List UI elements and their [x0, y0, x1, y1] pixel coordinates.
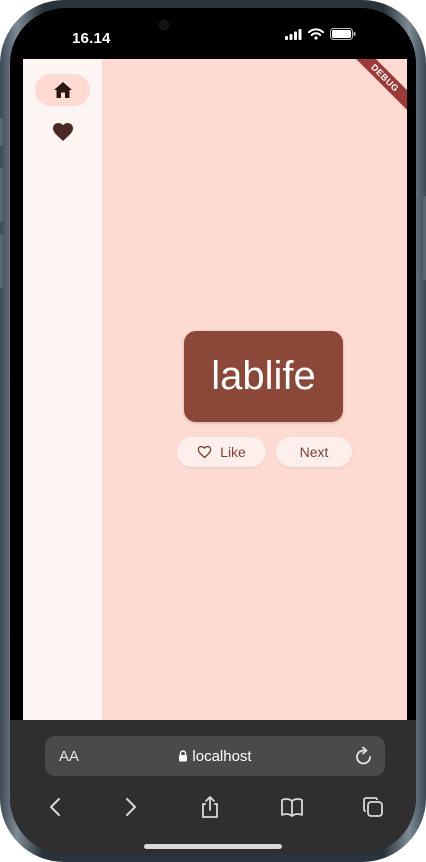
next-label: Next [299, 444, 329, 460]
battery-icon [330, 28, 356, 40]
home-icon [53, 82, 72, 98]
back-button[interactable] [42, 794, 68, 820]
signal-icon [285, 28, 302, 40]
navigation-rail [23, 59, 102, 720]
rail-item-home[interactable] [35, 74, 90, 106]
debug-banner: DEBUG [346, 59, 407, 117]
next-button[interactable]: Next [276, 437, 352, 467]
word-text: lablife [211, 354, 316, 398]
status-icons [285, 28, 356, 40]
phone-frame: 16.14 DEBUG lablife Like Next AA localho… [0, 0, 426, 862]
volume-up-button [0, 168, 3, 222]
phone-screen: 16.14 DEBUG lablife Like Next AA localho… [10, 8, 416, 854]
bookmarks-button[interactable] [279, 794, 305, 820]
bookmarks-icon [281, 798, 303, 817]
mute-switch [0, 118, 3, 146]
heart-icon [52, 123, 73, 141]
browser-toolbar [10, 786, 416, 826]
status-bar: 16.14 [10, 8, 416, 60]
lock-icon [179, 750, 188, 762]
reload-icon [356, 746, 371, 765]
front-camera [159, 20, 169, 30]
tabs-icon [363, 797, 383, 817]
share-button[interactable] [197, 794, 223, 820]
home-indicator[interactable] [144, 844, 282, 849]
rail-item-favorites[interactable] [35, 116, 90, 148]
forward-icon [126, 798, 136, 816]
like-label: Like [220, 444, 246, 460]
tabs-button[interactable] [360, 794, 386, 820]
word-card: lablife [184, 331, 343, 422]
app-content: DEBUG lablife Like Next [23, 59, 407, 720]
url-text: localhost [192, 748, 252, 765]
forward-button[interactable] [118, 794, 144, 820]
reload-button[interactable] [355, 746, 373, 771]
browser-bar: AA localhost [10, 720, 416, 854]
address-bar[interactable]: AA localhost [45, 736, 385, 776]
heart-outline-icon [197, 445, 212, 459]
status-time: 16.14 [72, 30, 111, 47]
url-display: localhost [45, 748, 385, 765]
back-icon [50, 798, 60, 816]
wifi-icon [308, 28, 324, 40]
volume-down-button [0, 234, 3, 288]
share-icon [202, 796, 218, 818]
like-button[interactable]: Like [177, 437, 266, 467]
